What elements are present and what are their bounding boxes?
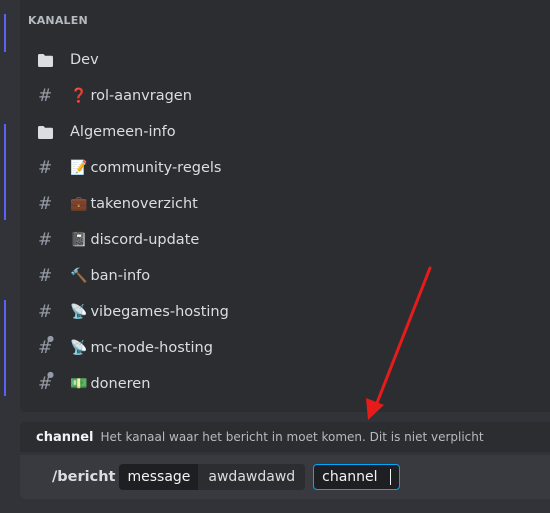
folder-icon xyxy=(38,51,56,69)
hash-icon: # xyxy=(38,302,53,322)
option-value[interactable]: awdawdawd xyxy=(198,464,306,490)
unread-indicator xyxy=(4,300,6,396)
section-header: KANALEN xyxy=(28,14,88,27)
channel-label: rol-aanvragen xyxy=(90,88,192,104)
channel-label: Algemeen-info xyxy=(70,124,176,140)
channel-option-discord-update[interactable]: # 📓 discord-update xyxy=(28,222,538,258)
unread-indicator xyxy=(4,124,6,220)
channel-option-doneren[interactable]: # ● 💵 doneren xyxy=(28,366,538,402)
hash-lock-icon: # ● xyxy=(38,334,54,358)
channel-option-rol-aanvragen[interactable]: # ❓ rol-aanvragen xyxy=(28,78,538,114)
channel-label: vibegames-hosting xyxy=(90,304,229,320)
channel-label: takenoverzicht xyxy=(90,196,198,212)
channel-emoji-icon: 📡 xyxy=(70,304,88,320)
option-pill-message[interactable]: message awdawdawd xyxy=(119,464,306,490)
channel-label: discord-update xyxy=(90,232,200,248)
hash-icon: # xyxy=(38,230,53,250)
hash-icon: # xyxy=(38,86,53,106)
option-label: channel xyxy=(322,469,378,485)
channel-emoji-icon: 📡 xyxy=(70,340,88,356)
text-caret xyxy=(389,469,391,485)
channel-label: Dev xyxy=(70,52,99,68)
channel-emoji-icon: 💼 xyxy=(70,196,88,212)
channel-emoji-icon: 📓 xyxy=(70,232,88,248)
folder-icon xyxy=(38,123,56,141)
channel-emoji-icon: 📝 xyxy=(70,160,88,176)
channel-option-algemeen-info[interactable]: Algemeen-info xyxy=(28,114,538,150)
option-pill-channel-active[interactable]: channel xyxy=(313,464,400,490)
channel-option-ban-info[interactable]: # 🔨 ban-info xyxy=(28,258,538,294)
channel-emoji-icon: 💵 xyxy=(70,376,88,392)
slash-command-input[interactable]: /bericht message awdawdawd channel xyxy=(20,455,550,499)
channel-emoji-icon: 🔨 xyxy=(70,268,88,284)
channel-option-community-regels[interactable]: # 📝 community-regels xyxy=(28,150,538,186)
hint-option-name: channel xyxy=(36,429,94,445)
channel-picker-popup: KANALEN Dev # ❓ rol-aanvragen Algemeen-info #… xyxy=(20,0,550,412)
hash-icon: # xyxy=(38,266,53,286)
channel-option-mc-node-hosting[interactable]: # ● 📡 mc-node-hosting xyxy=(28,330,538,366)
option-label: message xyxy=(119,464,199,490)
channel-label: doneren xyxy=(90,376,151,392)
channel-emoji-icon: ❓ xyxy=(70,88,88,104)
unread-indicator xyxy=(4,14,6,52)
hash-icon: # xyxy=(38,194,53,214)
channel-option-takenoverzicht[interactable]: # 💼 takenoverzicht xyxy=(28,186,538,222)
channel-option-vibegames-hosting[interactable]: # 📡 vibegames-hosting xyxy=(28,294,538,330)
hash-lock-icon: # ● xyxy=(38,370,54,394)
channel-option-dev[interactable]: Dev xyxy=(28,42,538,78)
channel-list: Dev # ❓ rol-aanvragen Algemeen-info # 📝 communi… xyxy=(28,42,538,402)
option-hint-bar: channel Het kanaal waar het bericht in m… xyxy=(20,422,550,452)
channel-label: community-regels xyxy=(90,160,222,176)
discord-window: KANALEN Dev # ❓ rol-aanvragen Algemeen-info #… xyxy=(0,0,550,513)
channel-label: mc-node-hosting xyxy=(90,340,213,356)
hash-icon: # xyxy=(38,158,53,178)
hint-option-description: Het kanaal waar het bericht in moet kome… xyxy=(100,430,484,444)
channel-label: ban-info xyxy=(90,268,151,284)
command-name: /bericht xyxy=(52,469,116,485)
